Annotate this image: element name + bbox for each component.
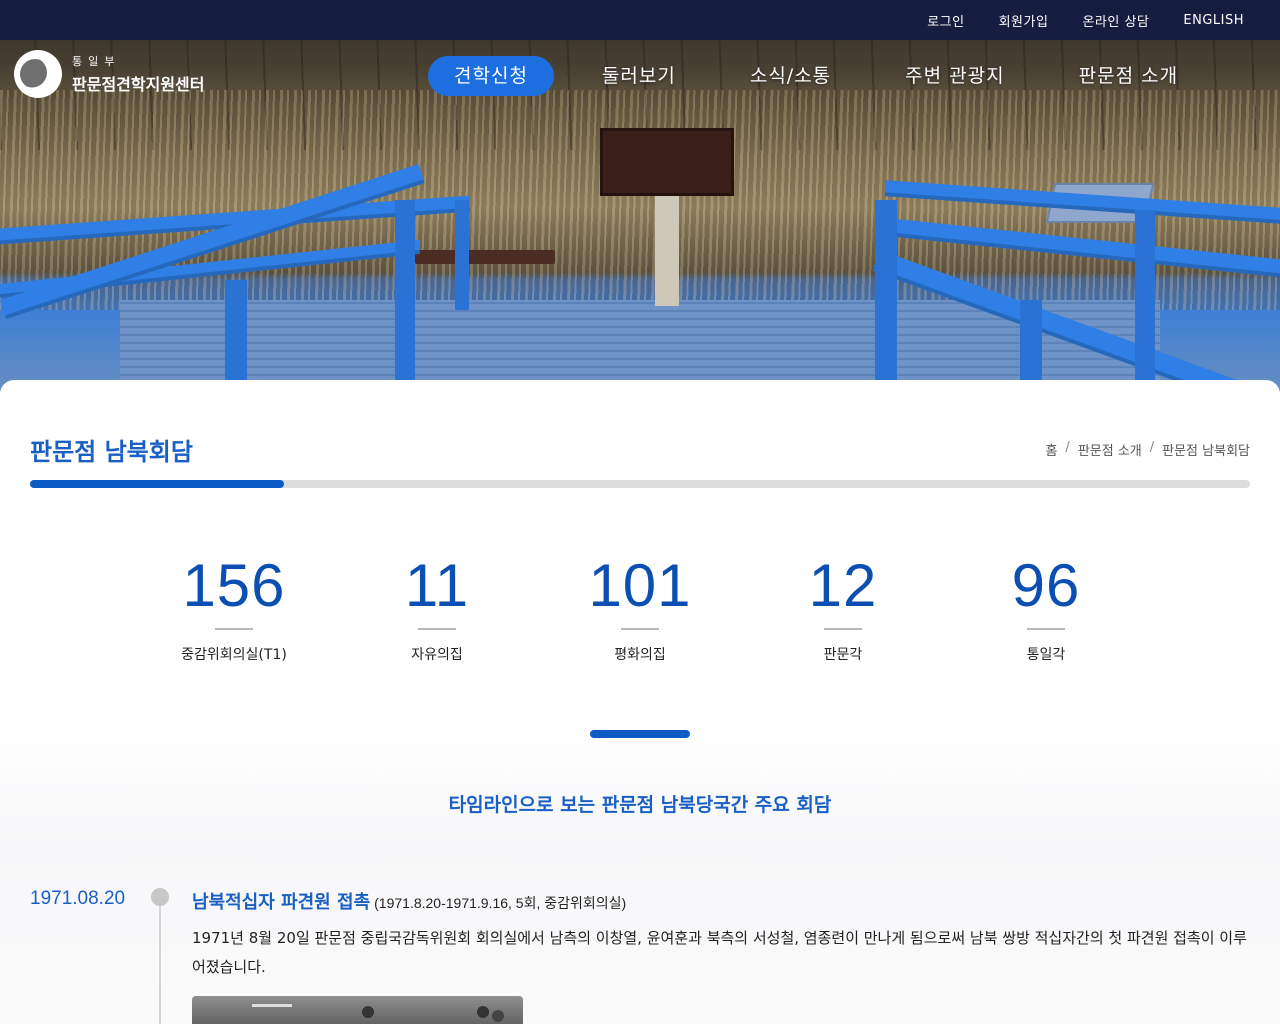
timeline-title: 타임라인으로 보는 판문점 남북당국간 주요 회담 [448,794,832,816]
stat-value: 156 [182,552,286,619]
hero-post [395,200,415,380]
timeline-entry-body: 1971년 8월 20일 판문점 중립국감독위원회 회의실에서 남측의 이창열,… [192,929,1247,976]
nav-item-browse[interactable]: 둘러보기 [576,56,702,96]
timeline-entry-meta: (1971.8.20-1971.9.16, 5회, 중감위회의실) [374,895,627,911]
breadcrumb-separator: / [1065,440,1070,455]
stat-t1: 156 중감위회의실(T1) [149,550,319,664]
stat-divider [418,628,456,630]
breadcrumb-home[interactable]: 홈 [1045,440,1057,459]
stat-value: 11 [404,552,470,619]
section-progress-bar [30,480,1250,488]
section-progress-fill [30,480,284,488]
breadcrumb-current: 판문점 남북회담 [1162,444,1250,459]
breadcrumb: 홈 / 판문점 소개 / 판문점 남북회담 [1045,440,1250,459]
hero-table [415,250,555,264]
stat-value: 101 [588,552,692,619]
hero-post [1135,210,1155,380]
timeline-line [159,906,161,1024]
logo-ministry: 통일부 [72,55,121,68]
hero-post [455,200,469,310]
stat-divider [824,628,862,630]
logo-center-name: 판문점견학지원센터 [72,75,205,94]
timeline-date: 1971.08.20 [30,888,126,909]
main-nav: 견학신청 둘러보기 소식/소통 주변 관광지 판문점 소개 [428,56,1204,96]
hero-post [1020,300,1042,380]
page-title: 판문점 남북회담 [30,438,193,466]
site-logo[interactable]: 통일부 판문점견학지원센터 [14,50,204,98]
hero-post [875,200,897,380]
timeline-entry-title: 남북적십자 파견원 접촉 [192,892,371,913]
timeline-dot [151,888,169,906]
stat-divider [215,628,253,630]
stat-value: 96 [1011,552,1081,619]
nav-item-nearby-attractions[interactable]: 주변 관광지 [879,56,1030,96]
hero-signboard [600,128,734,196]
logo-text: 통일부 판문점견학지원센터 [72,53,204,95]
nav-item-news[interactable]: 소식/소통 [724,56,857,96]
timeline-entry-heading: 남북적십자 파견원 접촉 (1971.8.20-1971.9.16, 5회, 중감… [192,888,626,914]
stat-label: 평화의집 [614,647,666,663]
utility-bar: 로그인 회원가입 온라인 상담 ENGLISH [0,0,1280,40]
nav-item-about-panmunjom[interactable]: 판문점 소개 [1053,56,1204,96]
stat-panmungak: 12 판문각 [758,550,928,664]
stat-tongilgak: 96 통일각 [961,550,1131,664]
utility-menu: 로그인 회원가입 온라인 상담 ENGLISH [927,0,1244,40]
stat-divider [621,628,659,630]
stat-value: 12 [808,552,878,619]
signup-link[interactable]: 회원가입 [999,11,1049,30]
stat-label: 판문각 [823,647,863,663]
online-consult-link[interactable]: 온라인 상담 [1082,11,1149,30]
stat-label: 통일각 [1026,647,1066,663]
breadcrumb-separator: / [1149,440,1155,455]
stat-freedom-house: 11 자유의집 [352,550,522,664]
english-link[interactable]: ENGLISH [1183,13,1244,28]
nav-item-tour-apply[interactable]: 견학신청 [428,56,554,96]
taegeuk-emblem-icon [14,50,62,98]
stat-label: 중감위회의실(T1) [181,647,287,663]
timeline-entry-photo [192,996,523,1024]
hero-signpost [655,196,679,306]
login-link[interactable]: 로그인 [927,11,964,30]
section-divider [590,730,690,738]
content-area: 판문점 남북회담 홈 / 판문점 소개 / 판문점 남북회담 156 중감위회의… [0,380,1280,1024]
stat-label: 자유의집 [411,647,463,663]
stat-divider [1027,628,1065,630]
breadcrumb-about[interactable]: 판문점 소개 [1078,440,1142,459]
hero-post [225,280,247,380]
stat-peace-house: 101 평화의집 [555,550,725,664]
